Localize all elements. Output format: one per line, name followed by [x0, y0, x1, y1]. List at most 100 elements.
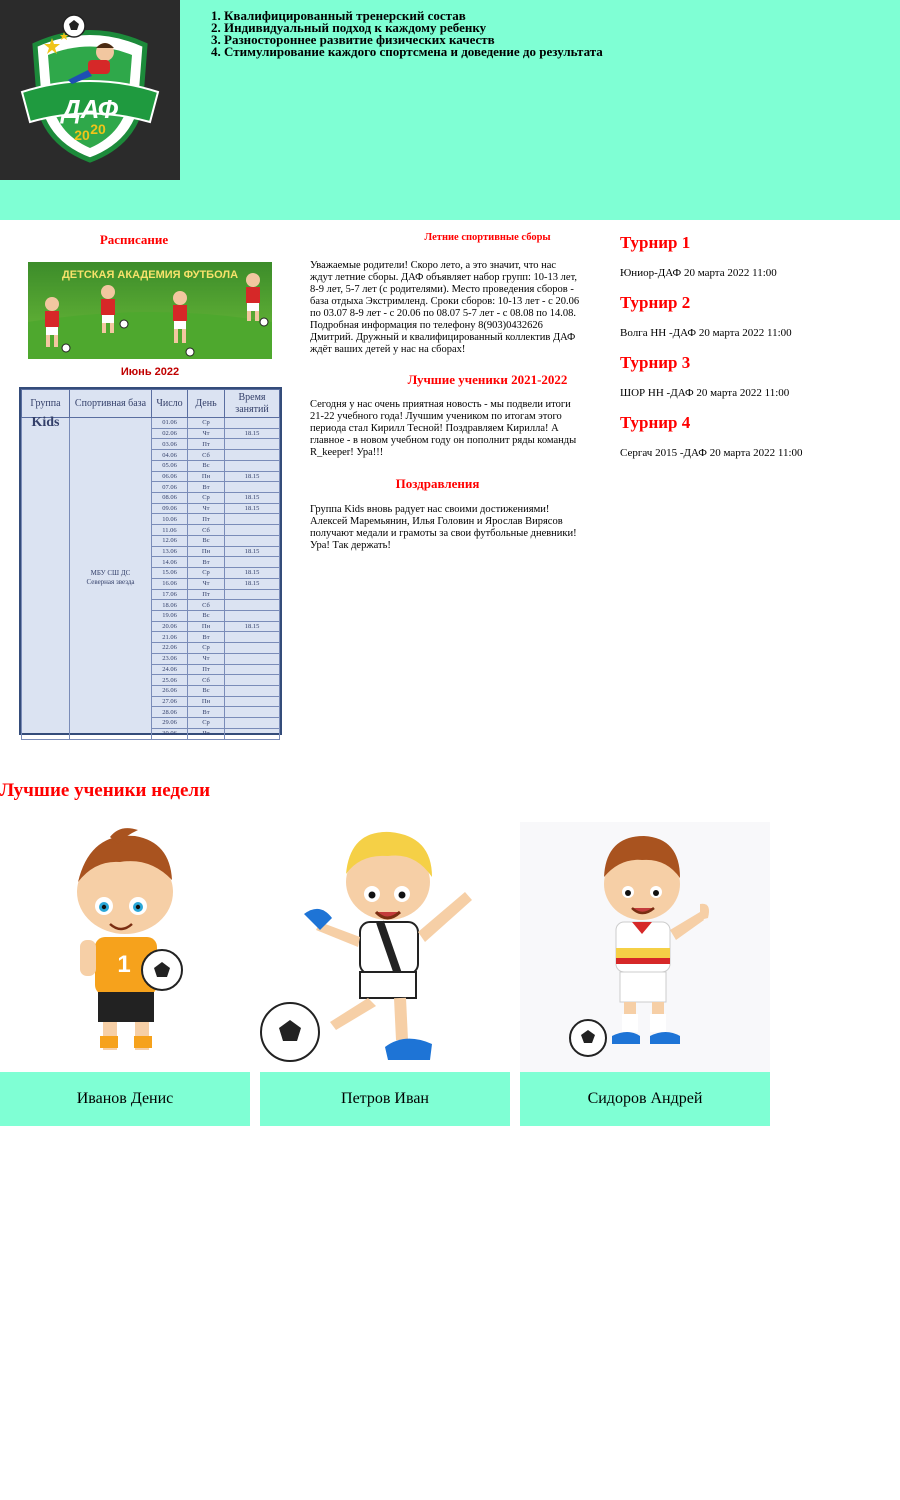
time-cell — [224, 631, 280, 644]
time-cell: 18.15 — [224, 545, 280, 558]
column-header: День — [187, 389, 225, 418]
congrats-title: Поздравления — [395, 476, 480, 491]
student-name: Сидоров Андрей — [520, 1072, 770, 1126]
time-cell — [224, 459, 280, 472]
date-cell: 09.06 — [151, 502, 188, 515]
day-cell: Чт — [187, 427, 225, 440]
time-cell — [224, 556, 280, 569]
time-cell — [224, 599, 280, 611]
schedule-month: Июнь 2022 — [120, 366, 180, 378]
summer-camp-title: Летние спортивные сборы — [424, 232, 551, 243]
features-list: Квалифицированный тренерский состав Инди… — [200, 9, 603, 58]
time-cell — [224, 524, 280, 536]
time-cell: 18.15 — [224, 620, 280, 633]
student-card[interactable]: 1 Иванов Денис — [0, 822, 250, 1126]
base-cell: МБУ СШ ДС Северная звезда — [69, 417, 152, 740]
date-cell: 26.06 — [151, 684, 188, 697]
date-cell: 10.06 — [151, 513, 188, 526]
day-cell: Чт — [187, 652, 225, 665]
student-name: Иванов Денис — [0, 1072, 250, 1126]
time-cell — [224, 449, 280, 461]
date-cell: 18.06 — [151, 599, 188, 611]
student-name: Петров Иван — [260, 1072, 510, 1126]
time-cell — [224, 534, 280, 547]
date-cell: 06.06 — [151, 470, 188, 483]
schedule-row: Kids МБУ СШ ДС Северная звезда 01.06 Ср — [21, 416, 280, 740]
date-cell: 25.06 — [151, 674, 188, 686]
day-cell: Сб — [187, 449, 225, 461]
time-cell — [224, 438, 280, 451]
date-cell: 17.06 — [151, 588, 188, 601]
time-cell — [224, 695, 280, 708]
tournament-text: ШОР НН -ДАФ 20 марта 2022 11:00 — [620, 387, 790, 399]
svg-text:ДЕТСКАЯ АКАДЕМИЯ ФУТБОЛА: ДЕТСКАЯ АКАДЕМИЯ ФУТБОЛА — [62, 269, 238, 281]
time-cell — [224, 684, 280, 697]
svg-text:20: 20 — [74, 127, 90, 143]
day-cell: Вт — [187, 706, 225, 719]
feature-item: Стимулирование каждого спортсмена и дове… — [224, 45, 603, 58]
day-cell: Сб — [187, 599, 225, 611]
header: ДАФ 20 20 Квалифицированный тренерский с… — [0, 0, 900, 220]
date-cell: 16.06 — [151, 577, 188, 590]
day-cell: Сб — [187, 524, 225, 536]
day-cell: Вс — [187, 609, 225, 622]
day-cell: Пн — [187, 620, 225, 633]
student-illustration: 1 — [0, 822, 250, 1072]
tournament-title: Турнир 2 — [620, 293, 691, 312]
day-cell: Вт — [187, 556, 225, 569]
best-week-title: Лучшие ученики недели — [0, 780, 211, 801]
svg-text:ДАФ: ДАФ — [60, 94, 119, 124]
summer-camp-text: Уважаемые родители! Скоро лето, а это зн… — [310, 260, 580, 355]
svg-text:1: 1 — [117, 951, 130, 978]
column-header: Группа — [21, 389, 70, 418]
news-column: Летние спортивные сборы Уважаемые родите… — [310, 232, 580, 552]
time-cell — [224, 717, 280, 729]
day-cell: Пт — [187, 513, 225, 526]
time-cell: 18.15 — [224, 427, 280, 440]
schedule-title: Расписание — [99, 232, 169, 247]
time-cell — [224, 727, 280, 740]
tournament-text: Волга НН -ДАФ 20 марта 2022 11:00 — [620, 327, 792, 339]
schedule-table: Группа Спортивная база Число День Время … — [19, 387, 282, 740]
schedule-header-row: Группа Спортивная база Число День Время … — [21, 389, 280, 418]
date-cell: 01.06 — [151, 417, 188, 429]
date-cell: 13.06 — [151, 545, 188, 558]
day-cell: Вс — [187, 534, 225, 547]
day-cell: Ср — [187, 717, 225, 729]
time-cell — [224, 706, 280, 719]
time-cell: 18.15 — [224, 470, 280, 483]
day-cell: Вс — [187, 459, 225, 472]
academy-banner: ДЕТСКАЯ АКАДЕМИЯ ФУТБОЛА — [28, 262, 272, 359]
column-header: Спортивная база — [69, 389, 152, 418]
group-cell: Kids — [21, 416, 70, 740]
student-illustration — [520, 822, 770, 1072]
date-cell: 23.06 — [151, 652, 188, 665]
svg-text:20: 20 — [90, 121, 106, 137]
time-cell — [224, 663, 280, 676]
logo-emblem: ДАФ 20 20 — [20, 14, 160, 163]
date-cell: 08.06 — [151, 492, 188, 504]
day-cell: Чт — [187, 577, 225, 590]
time-cell — [224, 609, 280, 622]
student-card[interactable]: Петров Иван — [260, 822, 510, 1126]
date-cell: 27.06 — [151, 695, 188, 708]
time-cell: 18.15 — [224, 502, 280, 515]
schedule-column: Расписание ДЕТСКАЯ АКАДЕМИЯ ФУТБОЛА Июнь… — [0, 232, 290, 740]
student-card[interactable]: Сидоров Андрей — [520, 822, 770, 1126]
date-cell: 02.06 — [151, 427, 188, 440]
day-cell: Вс — [187, 684, 225, 697]
date-cell: 12.06 — [151, 534, 188, 547]
tournament-title: Турнир 1 — [620, 233, 691, 252]
date-cell: 07.06 — [151, 481, 188, 494]
day-cell: Чт — [187, 727, 225, 740]
date-cell: 24.06 — [151, 663, 188, 676]
tournament-title: Турнир 3 — [620, 353, 691, 372]
time-cell — [224, 417, 280, 429]
logo[interactable]: ДАФ 20 20 — [0, 0, 180, 180]
day-cell: Вт — [187, 481, 225, 494]
day-cell: Пн — [187, 695, 225, 708]
date-cell: 22.06 — [151, 642, 188, 654]
day-cell: Пт — [187, 663, 225, 676]
time-cell — [224, 674, 280, 686]
date-cell: 20.06 — [151, 620, 188, 633]
